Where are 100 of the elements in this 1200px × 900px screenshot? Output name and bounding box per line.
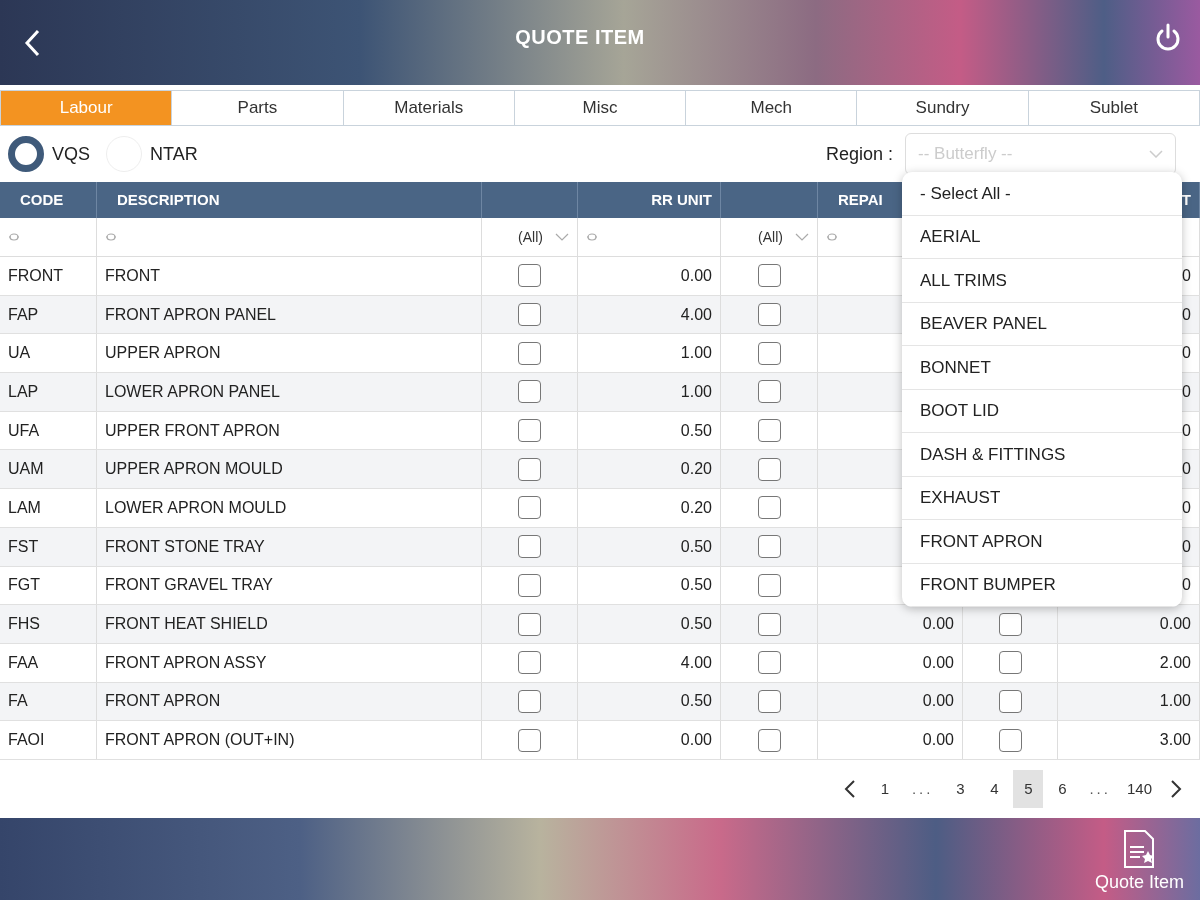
checkbox[interactable] [757, 496, 781, 520]
page-button[interactable]: 1 [869, 769, 900, 808]
checkbox[interactable] [757, 457, 781, 481]
page-button[interactable]: 140 [1122, 769, 1156, 808]
checkbox[interactable] [518, 689, 541, 713]
table-cell-text: 0.50 [680, 420, 712, 441]
checkbox[interactable] [998, 651, 1022, 675]
dropdown-option[interactable]: - Select All - [902, 172, 1182, 216]
page-button[interactable]: 3 [945, 769, 976, 808]
table-cell-text: 4.00 [680, 652, 712, 673]
dropdown-option[interactable]: DASH & FITTINGS [902, 433, 1182, 477]
table-cell-text: LAM [8, 497, 41, 518]
tab[interactable]: Parts [172, 91, 343, 125]
column-header: RR UNIT [578, 182, 721, 218]
checkbox[interactable] [757, 380, 781, 404]
table-cell-text: 0.00 [680, 730, 712, 751]
table-cell-text: FAA [8, 652, 39, 673]
tab[interactable]: Materials [343, 91, 514, 125]
column-header: DESCRIPTION [97, 182, 482, 218]
dropdown-option[interactable]: FRONT BUMPER [902, 563, 1182, 607]
table-cell-text: 0.00 [922, 730, 954, 751]
table-cell-text: 0.20 [680, 497, 712, 518]
quote-item-button[interactable]: Quote Item [1094, 829, 1184, 896]
dropdown-option[interactable]: EXHAUST [902, 476, 1182, 520]
checkbox[interactable] [518, 728, 541, 752]
table-cell-text: 0.00 [922, 691, 954, 712]
checkbox[interactable] [518, 535, 541, 559]
table-cell-text: 0 [1182, 536, 1191, 557]
filter-icon [826, 232, 838, 242]
table-cell-text: 2.00 [1159, 652, 1191, 673]
table-cell-text: 0 [1182, 575, 1191, 596]
column-header: CODE [0, 182, 97, 218]
chevron-down-icon [1149, 150, 1163, 158]
page-button[interactable]: 5 [1013, 769, 1044, 808]
dropdown-option[interactable]: AERIAL [902, 215, 1182, 259]
table-cell-text: 0.00 [922, 652, 954, 673]
table-cell-text: 0.50 [680, 614, 712, 635]
dropdown-option[interactable]: BOOT LID [902, 389, 1182, 433]
chevron-down-icon [795, 233, 809, 241]
page-button[interactable]: 4 [979, 769, 1010, 808]
table-cell-text: 3.00 [1159, 730, 1191, 751]
table-cell-text: 1.00 [680, 381, 712, 402]
checkbox[interactable] [757, 341, 781, 365]
checkbox[interactable] [757, 689, 781, 713]
document-icon [1122, 829, 1157, 869]
table-cell-text: LAP [8, 381, 39, 402]
dropdown-option[interactable]: FRONT APRON [902, 520, 1182, 564]
table-cell-text: 0.50 [680, 536, 712, 557]
table-cell-text: 0 [1182, 420, 1191, 441]
checkbox[interactable] [757, 573, 781, 597]
table-cell-text: 0 [1182, 497, 1191, 518]
checkbox[interactable] [757, 535, 781, 559]
checkbox[interactable] [757, 651, 781, 675]
table-cell-text: 0.50 [680, 575, 712, 596]
checkbox[interactable] [757, 419, 781, 443]
filter-icon [8, 232, 20, 242]
table-cell-text: FAP [8, 304, 39, 325]
page-button[interactable]: 6 [1047, 769, 1078, 808]
checkbox[interactable] [518, 341, 541, 365]
radio-label: NTAR [150, 142, 198, 166]
checkbox[interactable] [518, 457, 541, 481]
tab[interactable]: Sublet [1028, 91, 1199, 125]
checkbox[interactable] [998, 612, 1022, 636]
checkbox[interactable] [998, 728, 1022, 752]
table-cell-text: 1.00 [1159, 691, 1191, 712]
radio-label: VQS [52, 142, 90, 166]
table-cell-text: FGT [8, 575, 40, 596]
table-cell-text: 0.00 [680, 265, 712, 286]
filter-select[interactable]: (All) [729, 226, 809, 248]
checkbox[interactable] [518, 419, 541, 443]
table-cell-text: UFA [8, 420, 40, 441]
dropdown-option[interactable]: ALL TRIMS [902, 259, 1182, 303]
radio-button[interactable] [8, 136, 44, 172]
chevron-right-icon [1170, 778, 1182, 799]
checkbox[interactable] [998, 689, 1022, 713]
table-cell-text: FRONT GRAVEL TRAY [105, 575, 274, 596]
dropdown-option[interactable]: BONNET [902, 346, 1182, 390]
table-cell-text: 0 [1182, 459, 1191, 480]
checkbox[interactable] [757, 612, 781, 636]
checkbox[interactable] [518, 380, 541, 404]
table-cell-text: FAOI [8, 730, 45, 751]
checkbox[interactable] [518, 612, 541, 636]
checkbox[interactable] [518, 303, 541, 327]
checkbox[interactable] [757, 728, 781, 752]
tab[interactable]: Misc [514, 91, 686, 125]
checkbox[interactable] [757, 303, 781, 327]
checkbox[interactable] [518, 264, 541, 288]
tab[interactable]: Sundry [857, 91, 1028, 125]
table-cell-text: 0 [1182, 343, 1191, 364]
checkbox[interactable] [757, 264, 781, 288]
table-cell-text: FRONT [8, 265, 64, 286]
table-cell-text: 0 [1182, 304, 1191, 325]
table-cell-text: 0 [1182, 381, 1191, 402]
checkbox[interactable] [518, 573, 541, 597]
dropdown-option[interactable]: BEAVER PANEL [902, 302, 1182, 346]
checkbox[interactable] [518, 651, 541, 675]
region-label: Region : [825, 142, 893, 166]
filter-select[interactable]: (All) [490, 226, 569, 248]
checkbox[interactable] [518, 496, 541, 520]
tab[interactable]: Mech [686, 91, 857, 125]
